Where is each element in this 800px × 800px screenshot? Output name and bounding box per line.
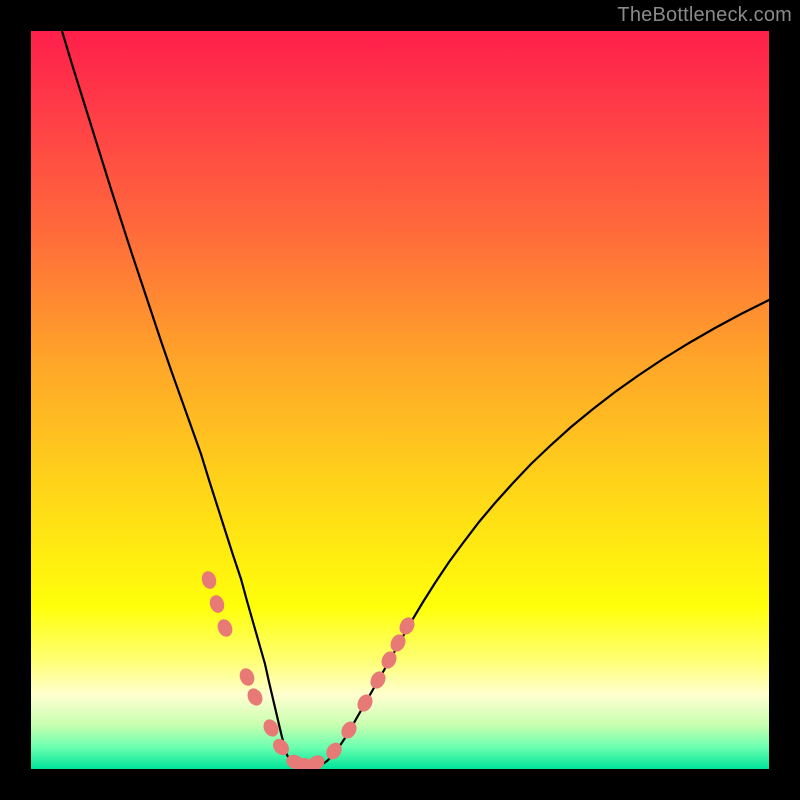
highlight-dot <box>388 632 409 654</box>
curve-group <box>62 31 769 769</box>
highlight-dot <box>245 686 266 708</box>
highlight-dot <box>270 736 293 759</box>
watermark-text: TheBottleneck.com <box>617 4 792 27</box>
chart-svg <box>31 31 769 769</box>
highlight-dot <box>215 617 235 639</box>
chart-frame: TheBottleneck.com <box>0 0 800 800</box>
highlight-dot <box>354 692 375 715</box>
highlight-dot <box>379 649 400 671</box>
highlight-dot <box>200 569 219 591</box>
highlight-dot <box>368 669 389 692</box>
highlight-dot <box>338 719 359 742</box>
highlight-dot <box>237 666 257 688</box>
highlight-dot <box>208 593 227 615</box>
bottleneck-curve <box>62 31 769 769</box>
